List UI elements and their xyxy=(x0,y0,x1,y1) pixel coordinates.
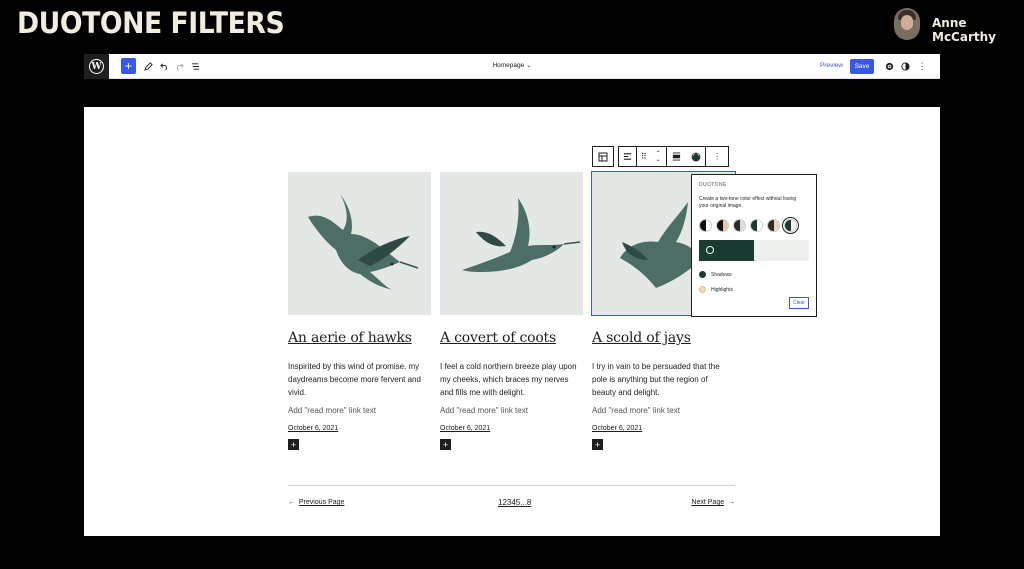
chevron-down-icon: ⌄ xyxy=(526,62,532,69)
previous-page-link[interactable]: ← Previous Page xyxy=(288,499,344,506)
duotone-preset-swatch-selected[interactable] xyxy=(782,217,799,234)
layout-icon[interactable] xyxy=(593,147,613,166)
duotone-preset-swatch[interactable] xyxy=(750,219,763,232)
image-block-toolbar: ⠿ ⌃ ⌄ ⋮ xyxy=(618,146,729,167)
shadows-label: Shadows xyxy=(711,271,732,278)
shadows-color-option[interactable]: Shadows xyxy=(699,271,809,278)
block-inserter-button[interactable]: + xyxy=(440,439,451,450)
highlights-color-dot xyxy=(699,286,706,293)
duotone-preset-swatch[interactable] xyxy=(733,219,746,232)
duotone-popover: DUOTONE Create a two-tone color effect w… xyxy=(691,174,817,317)
parent-block-selector[interactable] xyxy=(592,146,614,167)
shadows-color-dot xyxy=(699,271,706,278)
block-inserter-button[interactable]: + xyxy=(288,439,299,450)
post-date[interactable]: October 6, 2021 xyxy=(440,425,583,432)
next-page-label: Next Page xyxy=(691,499,725,506)
duotone-gradient-picker[interactable] xyxy=(699,240,809,261)
duotone-presets xyxy=(699,217,809,234)
styles-half-circle-icon[interactable] xyxy=(900,58,910,74)
save-button[interactable]: Save xyxy=(850,59,874,74)
duotone-preset-swatch[interactable] xyxy=(767,219,780,232)
post-title[interactable]: An aerie of hawks xyxy=(288,330,431,346)
duotone-filter-icon[interactable] xyxy=(686,147,707,166)
previous-page-label: Previous Page xyxy=(298,499,345,506)
document-title-label: Homepage xyxy=(492,62,525,69)
template-header-area xyxy=(84,79,940,107)
block-inserter-button[interactable]: + xyxy=(592,439,603,450)
editor-topbar: W + Homepage ⌄ Preview Save ⋮ xyxy=(84,54,940,79)
post-title[interactable]: A covert of coots xyxy=(440,330,583,346)
drag-handle-icon[interactable]: ⠿ xyxy=(637,147,651,166)
duotone-preset-swatch[interactable] xyxy=(699,219,712,232)
document-title[interactable]: Homepage ⌄ xyxy=(84,61,940,69)
presenter-avatar xyxy=(894,8,920,40)
options-more-icon[interactable]: ⋮ xyxy=(917,58,927,74)
presenter-name: Anne McCarthy xyxy=(932,16,996,44)
post-date[interactable]: October 6, 2021 xyxy=(592,425,735,432)
clear-button[interactable]: Clear xyxy=(789,297,809,309)
post-excerpt: I feel a cold northern breeze play upon … xyxy=(440,362,577,397)
editor-window: W + Homepage ⌄ Preview Save ⋮ ⠿ ⌃ ⌄ ⋮ An… xyxy=(84,54,940,536)
post-excerpt: Inspirited by this wind of promise, my d… xyxy=(288,362,421,397)
post-card: A covert of coots I feel a cold northern… xyxy=(440,172,583,450)
post-featured-image[interactable] xyxy=(288,172,431,315)
slide-title: DUOTONE FILTERS xyxy=(17,6,285,40)
post-excerpt: I try in vain to be persuaded that the p… xyxy=(592,362,720,397)
align-icon[interactable] xyxy=(667,147,687,166)
preview-button[interactable]: Preview xyxy=(820,62,843,69)
pagination: ← Previous Page 12345...8 Next Page → xyxy=(288,485,735,507)
move-up-down-icon[interactable]: ⌃ ⌄ xyxy=(651,147,667,166)
page-numbers[interactable]: 12345...8 xyxy=(498,498,531,507)
duotone-panel-title: DUOTONE xyxy=(699,182,727,188)
highlights-color-option[interactable]: Highlights xyxy=(699,286,809,293)
read-more-link[interactable]: Add "read more" link text xyxy=(440,406,583,415)
post-title[interactable]: A scold of jays xyxy=(592,330,735,346)
post-date[interactable]: October 6, 2021 xyxy=(288,425,431,432)
post-featured-image[interactable] xyxy=(440,172,583,315)
settings-gear-icon[interactable] xyxy=(884,58,894,74)
duotone-preset-swatch[interactable] xyxy=(716,219,729,232)
highlights-label: Highlights xyxy=(711,286,733,293)
read-more-link[interactable]: Add "read more" link text xyxy=(592,406,735,415)
arrow-right-icon: → xyxy=(728,499,735,506)
arrow-left-icon: ← xyxy=(288,499,295,506)
gradient-stop-handle[interactable] xyxy=(706,246,714,254)
duotone-description: Create a two-tone color effect without l… xyxy=(699,196,797,209)
image-block-icon[interactable] xyxy=(619,147,637,166)
post-card: An aerie of hawks Inspirited by this win… xyxy=(288,172,431,450)
read-more-link[interactable]: Add "read more" link text xyxy=(288,406,431,415)
block-more-options-icon[interactable]: ⋮ xyxy=(706,147,728,166)
next-page-link[interactable]: Next Page → xyxy=(691,499,735,506)
